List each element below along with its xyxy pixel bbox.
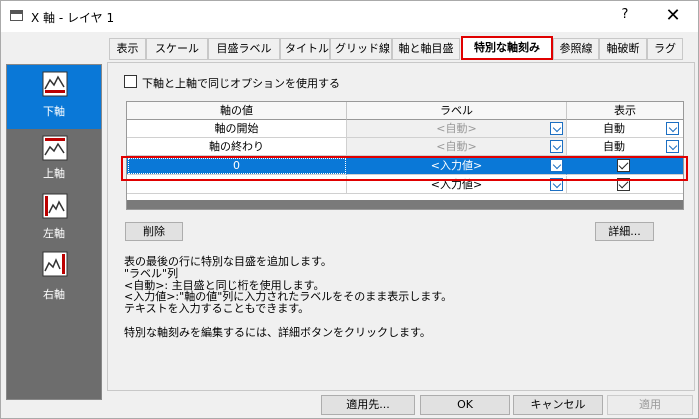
help-button[interactable]: ? xyxy=(615,7,635,27)
tab-scale[interactable]: スケール xyxy=(146,38,208,60)
right-axis-icon xyxy=(42,251,68,277)
axis-item-bottom[interactable]: 下軸 xyxy=(7,65,101,129)
axis-item-top[interactable]: 上軸 xyxy=(7,129,101,193)
table-row-selected: 0 <入力値> xyxy=(127,157,683,175)
window-title: X 軸 - レイヤ 1 xyxy=(31,11,115,25)
table-row: 軸の終わり <自動> 自動 xyxy=(127,138,683,156)
same-option-label: 下軸と上軸で同じオプションを使用する xyxy=(142,77,340,90)
tab-rug[interactable]: ラグ xyxy=(647,38,683,60)
description-line: 特別な軸刻みを編集するには、詳細ボタンをクリックします。 xyxy=(124,325,431,339)
dialog-window: X 軸 - レイヤ 1 ? ✕ 表示 スケール 目盛ラベル タイトル グリッド線… xyxy=(0,0,699,419)
tab-axis-and-ticks[interactable]: 軸と軸目盛 xyxy=(392,38,460,60)
axis-item-label: 左軸 xyxy=(43,227,65,240)
apply-button[interactable]: 適用 xyxy=(607,395,693,415)
details-button[interactable]: 詳細... xyxy=(595,222,654,241)
axis-item-left[interactable]: 左軸 xyxy=(7,193,101,257)
label-dropdown-icon[interactable] xyxy=(550,159,563,172)
special-ticks-grid: 軸の値 ラベル 表示 軸の開始 <自動> 自動 軸の終わり <自動> 自動 0 xyxy=(126,101,684,210)
label-dropdown-icon[interactable] xyxy=(550,140,563,153)
tab-reference-lines[interactable]: 参照線 xyxy=(553,38,599,60)
apply-to-button[interactable]: 適用先... xyxy=(321,395,415,415)
axis-item-label: 右軸 xyxy=(43,288,65,301)
table-row: <入力値> xyxy=(127,176,683,194)
label-cell[interactable]: <入力値> xyxy=(347,157,567,175)
value-cell[interactable] xyxy=(127,176,347,194)
description-line: 表の最後の行に特別な目盛を追加します。 xyxy=(124,255,332,268)
table-row: 軸の開始 <自動> 自動 xyxy=(127,120,683,138)
axis-item-right[interactable]: 右軸 xyxy=(7,251,101,315)
window-icon xyxy=(10,10,23,21)
ok-button[interactable]: OK xyxy=(420,395,510,415)
column-header-label[interactable]: ラベル xyxy=(347,102,567,120)
title-bar: X 軸 - レイヤ 1 ? ✕ xyxy=(1,1,698,32)
description-line: "ラベル"列 xyxy=(124,266,179,280)
tab-display[interactable]: 表示 xyxy=(109,38,146,60)
description-line: テキストを入力することもできます。 xyxy=(124,302,310,316)
tab-special-ticks[interactable]: 特別な軸刻み xyxy=(461,36,553,60)
close-button[interactable]: ✕ xyxy=(661,5,685,27)
display-dropdown-icon[interactable] xyxy=(666,122,679,135)
bottom-axis-icon xyxy=(42,71,68,97)
label-cell[interactable]: <自動> xyxy=(347,120,567,138)
tab-panel: 下軸と上軸で同じオプションを使用する 軸の値 ラベル 表示 軸の開始 <自動> … xyxy=(107,62,695,391)
top-axis-icon xyxy=(42,135,68,161)
tab-grid-lines[interactable]: グリッド線 xyxy=(330,38,392,60)
column-header-display[interactable]: 表示 xyxy=(567,102,683,120)
axis-list: 下軸 上軸 左軸 右軸 xyxy=(6,64,102,400)
axis-item-label: 上軸 xyxy=(43,167,65,180)
description-text: 表の最後の行に特別な目盛を追加します。 "ラベル"列 <自動>: 主目盛と同じ桁… xyxy=(124,256,684,339)
label-dropdown-icon[interactable] xyxy=(550,122,563,135)
axis-item-label: 下軸 xyxy=(43,105,65,118)
column-header-value[interactable]: 軸の値 xyxy=(127,102,347,120)
grid-empty-area xyxy=(127,200,683,209)
display-dropdown-icon[interactable] xyxy=(666,140,679,153)
display-checkbox[interactable] xyxy=(617,178,630,191)
value-cell[interactable]: 軸の開始 xyxy=(127,120,347,138)
left-axis-icon xyxy=(42,193,68,219)
value-cell[interactable]: 0 xyxy=(127,157,347,175)
display-checkbox[interactable] xyxy=(617,159,630,172)
tab-title[interactable]: タイトル xyxy=(280,38,330,60)
label-cell[interactable]: <入力値> xyxy=(347,176,567,194)
tab-tick-labels[interactable]: 目盛ラベル xyxy=(208,38,280,60)
description-line xyxy=(124,315,684,327)
tab-axis-break[interactable]: 軸破断 xyxy=(599,38,647,60)
cancel-button[interactable]: キャンセル xyxy=(513,395,603,415)
delete-button[interactable]: 削除 xyxy=(125,222,183,241)
label-cell[interactable]: <自動> xyxy=(347,138,567,156)
same-option-checkbox[interactable] xyxy=(124,75,137,88)
label-dropdown-icon[interactable] xyxy=(550,178,563,191)
value-cell[interactable]: 軸の終わり xyxy=(127,138,347,156)
